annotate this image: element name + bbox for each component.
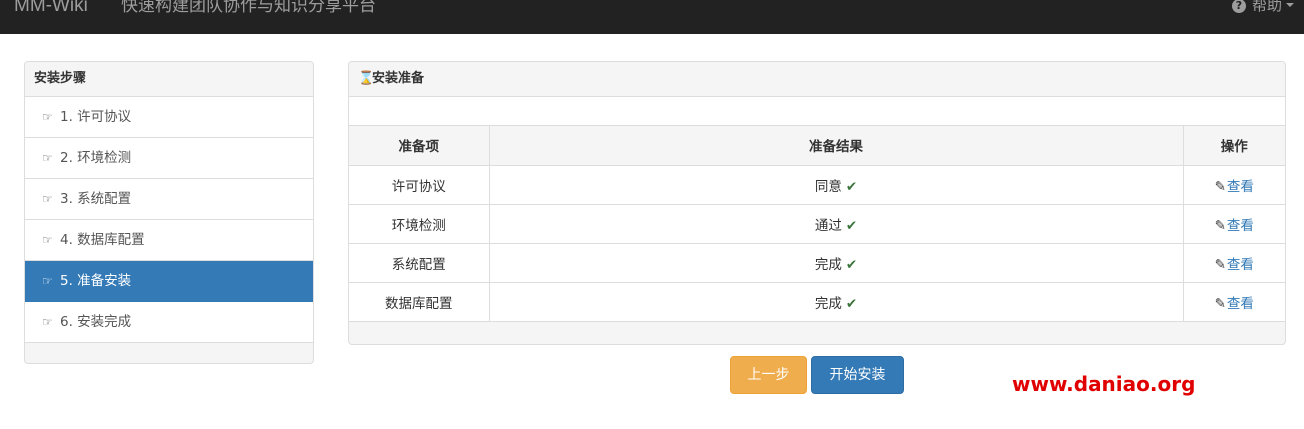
hourglass-icon: ⌛ <box>358 71 375 86</box>
brand-tagline: 快速构建团队协作与知识分享平台 <box>121 0 376 16</box>
result-text: 同意 <box>814 178 842 195</box>
install-steps-panel: 安装步骤 ☞ 1. 许可协议 ☞ 2. 环境检测 ☞ 3. 系统配置 ☞ 4. 数据库配… <box>24 61 314 364</box>
view-link[interactable]: 查看 <box>1227 218 1254 234</box>
column-header: 准备项 <box>349 126 490 166</box>
table-header-row: 准备项 准备结果 操作 <box>349 126 1285 166</box>
cell-action[interactable]: ✎查看 <box>1183 282 1285 322</box>
cell-item: 许可协议 <box>349 165 490 205</box>
help-label: 帮助 <box>1251 0 1282 14</box>
cell-action[interactable]: ✎查看 <box>1183 165 1285 205</box>
step-label: 3. 系统配置 <box>60 191 132 207</box>
step-label: 6. 安装完成 <box>60 314 132 330</box>
view-link[interactable]: 查看 <box>1227 296 1254 312</box>
view-link[interactable]: 查看 <box>1227 179 1254 195</box>
result-text: 通过 <box>814 217 842 234</box>
cell-action[interactable]: ✎查看 <box>1183 243 1285 283</box>
step-item-prepare-install[interactable]: ☞ 5. 准备安装 <box>25 261 313 302</box>
hand-pointer-icon: ☞ <box>42 274 53 288</box>
cell-item: 环境检测 <box>349 204 490 244</box>
question-circle-icon: ? <box>1231 0 1246 13</box>
hand-pointer-icon: ☞ <box>42 151 53 165</box>
step-label: 1. 许可协议 <box>60 109 132 125</box>
hand-pointer-icon: ☞ <box>42 233 53 247</box>
check-icon: ✔ <box>845 295 858 312</box>
top-navbar: MM-Wiki 快速构建团队协作与知识分享平台 ? 帮助 <box>0 0 1304 34</box>
pencil-icon: ✎ <box>1214 217 1226 234</box>
check-icon: ✔ <box>845 217 858 234</box>
column-header: 准备结果 <box>489 126 1184 166</box>
prev-step-button[interactable]: 上一步 <box>730 356 807 394</box>
prepare-table: 准备项 准备结果 操作 许可协议 同意 ✔ ✎查看 环境检测 通过 ✔ ✎查看 系统… <box>349 126 1285 322</box>
step-label: 4. 数据库配置 <box>60 232 145 248</box>
pencil-icon: ✎ <box>1214 295 1226 312</box>
check-icon: ✔ <box>845 178 858 195</box>
cell-item: 数据库配置 <box>349 282 490 322</box>
table-row: 许可协议 同意 ✔ ✎查看 <box>349 165 1285 205</box>
panel-title-text: 安装准备 <box>372 71 425 86</box>
step-item-env-check[interactable]: ☞ 2. 环境检测 <box>25 138 313 179</box>
cell-result: 完成 ✔ <box>489 243 1184 283</box>
step-label: 5. 准备安装 <box>60 273 132 289</box>
step-item-install-complete[interactable]: ☞ 6. 安装完成 <box>25 302 313 343</box>
help-menu[interactable]: ? 帮助 <box>1231 0 1294 17</box>
hand-pointer-icon: ☞ <box>42 192 53 206</box>
hand-pointer-icon: ☞ <box>42 315 53 329</box>
watermark-text: www.daniao.org <box>1012 372 1196 396</box>
start-install-button[interactable]: 开始安装 <box>811 356 904 394</box>
pencil-icon: ✎ <box>1214 256 1226 273</box>
pencil-icon: ✎ <box>1214 178 1226 195</box>
install-steps-title: 安装步骤 <box>25 62 313 97</box>
panel-title: ⌛安装准备 <box>349 62 1285 97</box>
step-item-system-config[interactable]: ☞ 3. 系统配置 <box>25 179 313 220</box>
table-row: 环境检测 通过 ✔ ✎查看 <box>349 204 1285 244</box>
hand-pointer-icon: ☞ <box>42 110 53 124</box>
cell-item: 系统配置 <box>349 243 490 283</box>
cell-result: 通过 ✔ <box>489 204 1184 244</box>
step-label: 2. 环境检测 <box>60 150 132 166</box>
result-text: 完成 <box>814 295 842 312</box>
install-prepare-panel: ⌛安装准备 准备项 准备结果 操作 许可协议 同意 ✔ ✎查看 环境检测 通过 ✔ … <box>348 61 1286 345</box>
step-item-db-config[interactable]: ☞ 4. 数据库配置 <box>25 220 313 261</box>
table-row: 系统配置 完成 ✔ ✎查看 <box>349 243 1285 283</box>
view-link[interactable]: 查看 <box>1227 257 1254 273</box>
caret-down-icon <box>1286 3 1294 7</box>
table-row: 数据库配置 完成 ✔ ✎查看 <box>349 282 1285 322</box>
step-item-license[interactable]: ☞ 1. 许可协议 <box>25 97 313 138</box>
result-text: 完成 <box>814 256 842 273</box>
panel-spacer <box>349 97 1285 126</box>
cell-result: 完成 ✔ <box>489 282 1184 322</box>
column-header: 操作 <box>1183 126 1285 166</box>
check-icon: ✔ <box>845 256 858 273</box>
cell-result: 同意 ✔ <box>489 165 1184 205</box>
brand-logo[interactable]: MM-Wiki <box>14 0 88 18</box>
cell-action[interactable]: ✎查看 <box>1183 204 1285 244</box>
